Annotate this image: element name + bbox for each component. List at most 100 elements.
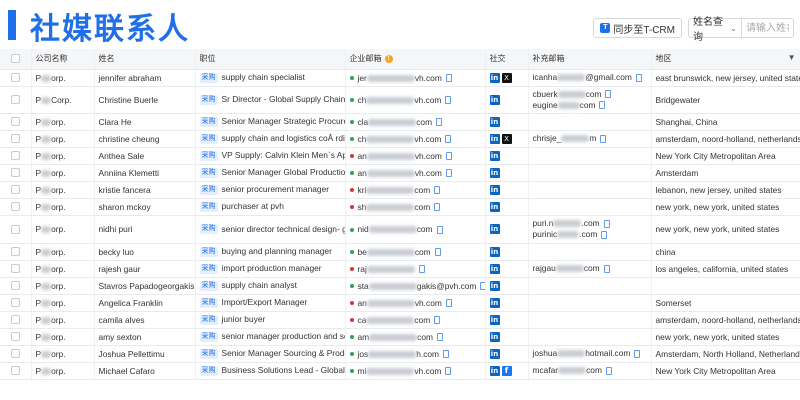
row-checkbox[interactable] (10, 264, 20, 273)
copy-icon[interactable] (436, 118, 443, 127)
linkedin-icon[interactable]: in (489, 297, 500, 308)
row-checkbox[interactable] (10, 298, 20, 307)
linkedin-icon[interactable]: in (489, 314, 500, 325)
linkedin-icon[interactable]: in (489, 184, 500, 195)
copy-icon[interactable] (445, 74, 452, 83)
table-row[interactable]: Porp. amy sexton 采购 senior manager producti… (0, 328, 800, 346)
row-checkbox[interactable] (10, 247, 20, 256)
copy-icon[interactable] (634, 349, 641, 358)
table-row[interactable]: Porp. kristie fancera 采购 senior procurement… (0, 181, 800, 199)
copy-icon[interactable] (445, 367, 452, 376)
table-row[interactable]: Porp. nidhi puri 采购 senior director technic… (0, 215, 800, 244)
linkedin-icon[interactable]: in (489, 263, 500, 274)
copy-icon[interactable] (480, 282, 484, 291)
linkedin-icon[interactable]: in (489, 167, 500, 178)
row-checkbox[interactable] (10, 95, 20, 104)
table-row[interactable]: Porp. Angelica Franklin 采购 Import/Export Ma… (0, 294, 800, 312)
row-checkbox[interactable] (10, 168, 20, 177)
company-cell: Porp. (31, 328, 95, 346)
copy-icon[interactable] (445, 135, 452, 144)
linkedin-icon[interactable]: in (489, 365, 500, 376)
name-search-input[interactable] (742, 18, 794, 38)
table-row[interactable]: Porp. christine cheung 采购 supply chain and … (0, 130, 800, 148)
row-checkbox[interactable] (10, 134, 20, 143)
extra-email: puri.n .com (533, 218, 647, 229)
linkedin-icon[interactable]: in (489, 94, 500, 105)
table-row[interactable]: Porp. Anthea Sale 采购 VP Supply: Calvin Klei… (0, 147, 800, 165)
region-cell: new york, new york, united states (651, 328, 800, 346)
copy-icon[interactable] (445, 96, 452, 105)
row-checkbox[interactable] (10, 332, 20, 341)
info-icon[interactable]: ! (384, 55, 393, 64)
row-select-cell (0, 147, 32, 165)
table-header-row: 公司名称 姓名 职位 企业邮箱! 社交 补充邮箱 地区 ▼ (0, 49, 800, 70)
copy-icon[interactable] (599, 101, 606, 110)
row-checkbox[interactable] (10, 315, 20, 324)
table-row[interactable]: Porp. Michael Cafaro 采购 Business Solutions … (0, 362, 800, 380)
extra-email-cell (528, 113, 652, 131)
table-row[interactable]: Porp. Clara He 采购 Senior Manager Strategic … (0, 113, 800, 131)
row-checkbox[interactable] (10, 224, 20, 234)
linkedin-icon[interactable]: in (489, 224, 500, 235)
redacted-blur (366, 299, 415, 307)
table-row[interactable]: Porp. Joshua Pellettimu 采购 Senior Manager S… (0, 345, 800, 363)
row-checkbox[interactable] (10, 73, 20, 82)
copy-icon[interactable] (434, 203, 441, 212)
copy-icon[interactable] (436, 225, 443, 234)
copy-icon[interactable] (434, 248, 441, 257)
title-accent-bar (8, 10, 16, 40)
facebook-icon[interactable]: f (501, 365, 512, 376)
linkedin-icon[interactable]: in (489, 201, 500, 212)
copy-icon[interactable] (445, 169, 452, 178)
copy-icon[interactable] (436, 333, 443, 342)
table-row[interactable]: Porp. jennifer abraham 采购 supply chain spec… (0, 69, 800, 87)
select-all-checkbox[interactable] (10, 54, 20, 64)
x-twitter-icon[interactable]: X (501, 133, 512, 144)
row-checkbox[interactable] (10, 281, 20, 290)
linkedin-icon[interactable]: in (489, 72, 500, 83)
redacted-blur (366, 186, 415, 194)
copy-icon[interactable] (600, 134, 607, 143)
copy-icon[interactable] (434, 186, 441, 195)
table-row[interactable]: Porp. sharon mckoy 采购 purchaser at pvh sh com… (0, 198, 800, 216)
copy-icon[interactable] (418, 265, 425, 274)
sync-tcrm-button[interactable]: T 同步至T-CRM (593, 18, 682, 38)
copy-icon[interactable] (443, 350, 450, 359)
table-row[interactable]: Porp. rajesh gaur 采购 import production mana… (0, 260, 800, 278)
copy-icon[interactable] (635, 73, 642, 82)
row-checkbox[interactable] (10, 117, 20, 126)
email-cell: jos h.com (345, 345, 486, 363)
copy-icon[interactable] (605, 366, 612, 375)
copy-icon[interactable] (434, 316, 441, 325)
linkedin-icon[interactable]: in (489, 150, 500, 161)
table-row[interactable]: Porp. Anniina Klemetti 采购 Senior Manager Gl… (0, 164, 800, 182)
linkedin-icon[interactable]: in (489, 280, 500, 291)
linkedin-icon[interactable]: in (489, 246, 500, 257)
row-checkbox[interactable] (10, 151, 20, 160)
row-checkbox[interactable] (10, 202, 20, 211)
x-twitter-icon[interactable]: X (501, 72, 512, 83)
row-checkbox[interactable] (10, 185, 20, 194)
filter-icon[interactable]: ▼ (788, 53, 796, 62)
copy-icon[interactable] (601, 230, 608, 239)
row-checkbox[interactable] (10, 366, 20, 375)
copy-icon[interactable] (603, 264, 610, 273)
table-row[interactable]: Porp. camila alves 采购 junior buyer ca com in am… (0, 311, 800, 329)
table-row[interactable]: Porp. Stavros Papadogeorgakis 采购 supply cha… (0, 277, 800, 295)
search-type-select[interactable]: 姓名查询 ⌄ (688, 17, 742, 43)
redacted-blur (41, 226, 52, 234)
linkedin-icon[interactable]: in (489, 133, 500, 144)
linkedin-icon[interactable]: in (489, 331, 500, 342)
linkedin-icon[interactable]: in (489, 116, 500, 127)
copy-icon[interactable] (605, 90, 612, 99)
redacted-blur (368, 350, 417, 358)
row-checkbox[interactable] (10, 349, 20, 358)
copy-icon[interactable] (603, 219, 610, 228)
copy-icon[interactable] (445, 152, 452, 161)
table-row[interactable]: P Corp. Christine Buerle 采购 Sr Director - Gl… (0, 86, 800, 114)
header-region: 地区 ▼ (651, 49, 800, 70)
linkedin-icon[interactable]: in (489, 348, 500, 359)
redacted-blur (368, 226, 417, 234)
table-row[interactable]: Porp. becky luo 采购 buying and planning mana… (0, 243, 800, 261)
copy-icon[interactable] (445, 299, 452, 308)
